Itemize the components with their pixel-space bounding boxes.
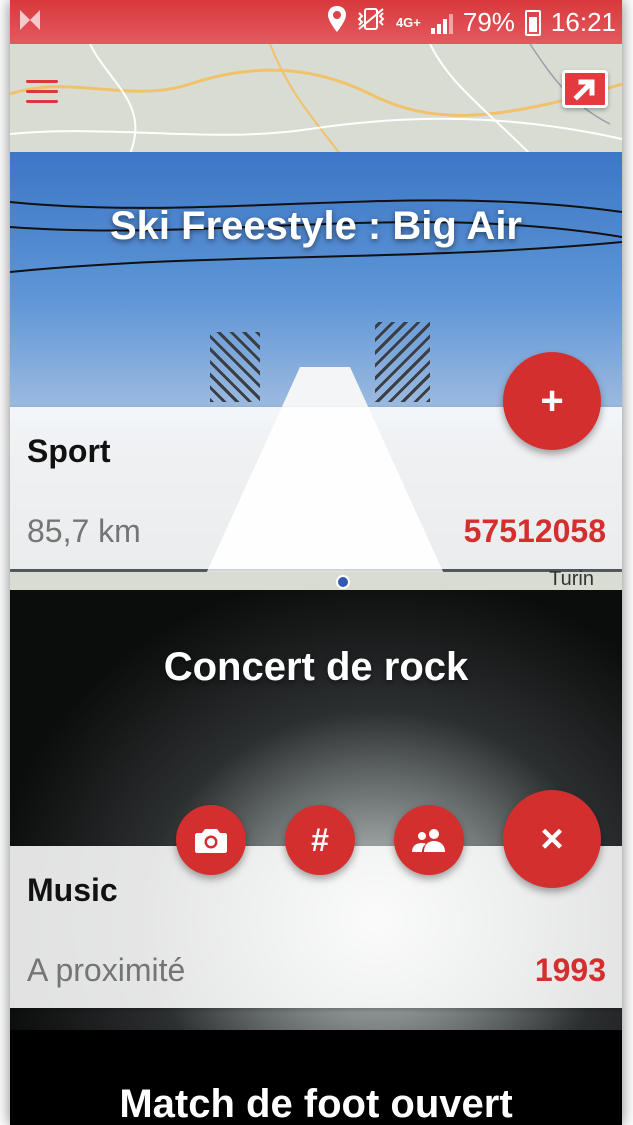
hashtag-button[interactable]: # xyxy=(285,805,355,875)
clock: 16:21 xyxy=(550,7,616,37)
add-button[interactable]: + xyxy=(503,352,601,450)
menu-icon[interactable] xyxy=(26,80,58,104)
plus-icon: + xyxy=(540,379,564,423)
battery-icon xyxy=(524,9,541,36)
scaffold xyxy=(375,322,430,402)
close-button[interactable]: × xyxy=(503,790,601,888)
vibrate-mute-icon xyxy=(356,7,386,38)
friends-button[interactable] xyxy=(394,805,464,875)
signal-icon xyxy=(430,12,453,34)
open-external-button[interactable] xyxy=(562,70,608,108)
event-title: Ski Freestyle : Big Air xyxy=(110,204,522,248)
event-distance: 85,7 km xyxy=(27,513,141,549)
map-view[interactable] xyxy=(10,44,622,154)
battery-percent: 79% xyxy=(462,7,515,37)
map-roads xyxy=(10,44,622,154)
app-screen: 4G+ 79% 16:21 Ski Freestyle: Big Air Sp… xyxy=(10,0,622,1125)
event-category: Sport xyxy=(27,433,111,469)
event-category: Music xyxy=(27,872,118,908)
event-title: Match de foot ouvert xyxy=(119,1082,513,1125)
close-icon: × xyxy=(540,817,564,861)
map-place-label: Turin xyxy=(549,568,594,590)
notification-icon xyxy=(18,8,42,39)
people-icon xyxy=(412,829,445,852)
map-strip: Turin xyxy=(10,568,622,590)
arrow-up-right-icon xyxy=(573,79,595,101)
scaffold xyxy=(210,332,260,402)
network-type: 4G+ xyxy=(395,14,421,30)
event-count: 1993 xyxy=(534,952,606,988)
camera-icon xyxy=(195,829,227,853)
event-title: Concert de rock xyxy=(163,645,469,689)
status-bar: 4G+ 79% 16:21 xyxy=(10,0,622,44)
event-count: 57512058 xyxy=(463,513,606,549)
event-distance: A proximité xyxy=(27,952,186,988)
event-card[interactable]: Match de foot ouvert xyxy=(10,1030,622,1125)
location-icon xyxy=(327,6,346,39)
camera-button[interactable] xyxy=(176,805,246,875)
location-dot xyxy=(336,575,350,589)
hashtag-icon: # xyxy=(311,822,329,858)
